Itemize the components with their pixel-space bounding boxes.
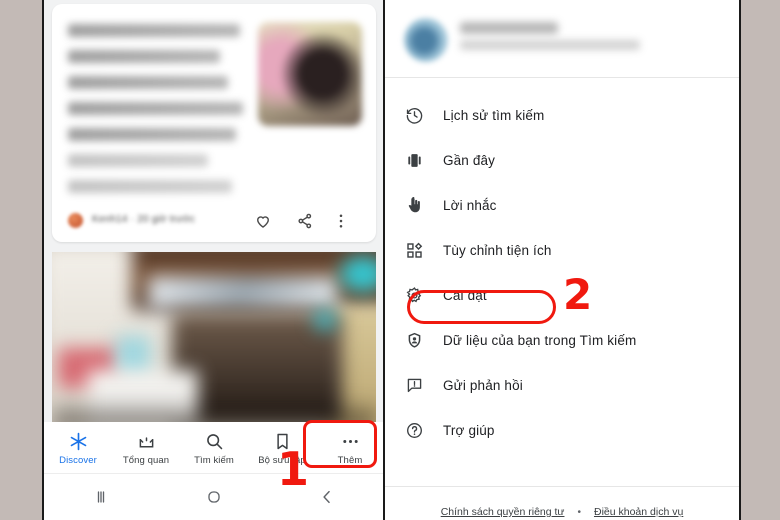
menu-item-label: Gửi phản hồi xyxy=(443,378,523,393)
step-marker-2: 2 xyxy=(563,270,593,319)
widgets-icon xyxy=(385,241,443,260)
menu-item-label: Lịch sử tìm kiếm xyxy=(443,108,545,123)
source-label: Kenh14 · 20 giờ trước xyxy=(92,214,195,225)
article-headline-blurred xyxy=(68,24,248,206)
history-clock-icon xyxy=(385,106,443,125)
menu-item-search-history[interactable]: Lịch sử tìm kiếm xyxy=(385,93,739,138)
feedback-icon xyxy=(385,376,443,395)
menu-item-send-feedback[interactable]: Gửi phản hồi xyxy=(385,363,739,408)
account-email-blurred xyxy=(460,40,640,50)
account-menu: Lịch sử tìm kiếm Gần đây Lời nhắc Tùy ch… xyxy=(385,79,739,453)
search-icon xyxy=(204,431,225,452)
source-separator: · xyxy=(130,214,135,225)
footer-divider xyxy=(385,486,739,487)
tutorial-screenshot: Kenh14 · 20 giờ trước Discover Tổng quan… xyxy=(0,0,780,520)
highlight-box-more-tab xyxy=(303,420,377,468)
card-content xyxy=(52,4,376,200)
privacy-policy-link[interactable]: Chính sách quyền riêng tư xyxy=(441,506,565,518)
android-system-nav xyxy=(44,473,384,520)
menu-item-your-data-in-search[interactable]: Dữ liệu của bạn trong Tìm kiếm xyxy=(385,318,739,363)
tab-search[interactable]: Tìm kiếm xyxy=(180,431,248,466)
recent-cards-icon xyxy=(385,151,443,170)
tab-label: Discover xyxy=(59,454,97,466)
heart-icon[interactable] xyxy=(254,212,272,230)
account-header[interactable] xyxy=(385,0,739,78)
menu-item-label: Trợ giúp xyxy=(443,423,495,438)
step-marker-1: 1 xyxy=(277,442,310,496)
reminder-hand-icon xyxy=(385,196,443,215)
discover-asterisk-icon xyxy=(68,431,89,452)
legal-footer: Chính sách quyền riêng tư • Điều khoản d… xyxy=(385,486,739,520)
tab-overview[interactable]: Tổng quan xyxy=(112,431,180,466)
feed-photo-card[interactable] xyxy=(52,252,376,424)
article-thumbnail-blurred xyxy=(258,22,362,126)
home-button[interactable] xyxy=(157,487,270,507)
overview-icon xyxy=(136,431,157,452)
menu-item-recent[interactable]: Gần đây xyxy=(385,138,739,183)
header-divider xyxy=(385,77,739,78)
source-favicon xyxy=(68,213,83,228)
menu-item-customize-widgets[interactable]: Tùy chỉnh tiện ích xyxy=(385,228,739,273)
recents-button[interactable] xyxy=(44,487,157,507)
terms-of-service-link[interactable]: Điều khoản dịch vụ xyxy=(594,506,683,518)
footer-separator: • xyxy=(577,506,581,518)
tab-label: Tìm kiếm xyxy=(194,454,234,466)
menu-item-label: Gần đây xyxy=(443,153,496,168)
highlight-box-settings xyxy=(407,290,556,324)
card-footer: Kenh14 · 20 giờ trước xyxy=(52,200,376,242)
share-icon[interactable] xyxy=(296,212,314,230)
menu-item-label: Dữ liệu của bạn trong Tìm kiếm xyxy=(443,333,637,348)
right-phone-screen: Lịch sử tìm kiếm Gần đây Lời nhắc Tùy ch… xyxy=(383,0,741,520)
account-name-blurred xyxy=(460,22,558,34)
menu-item-help[interactable]: Trợ giúp xyxy=(385,408,739,453)
menu-item-label: Tùy chỉnh tiện ích xyxy=(443,243,552,258)
shield-person-icon xyxy=(385,331,443,350)
menu-item-label: Lời nhắc xyxy=(443,198,497,213)
feed-article-card[interactable]: Kenh14 · 20 giờ trước xyxy=(52,4,376,242)
tab-discover[interactable]: Discover xyxy=(44,431,112,466)
source-name: Kenh14 xyxy=(92,214,128,225)
tab-label: Tổng quan xyxy=(122,454,170,466)
more-vertical-icon[interactable] xyxy=(332,212,350,230)
source-timestamp: 20 giờ trước xyxy=(137,214,195,225)
account-avatar[interactable] xyxy=(404,18,448,62)
help-circle-icon xyxy=(385,421,443,440)
menu-item-reminders[interactable]: Lời nhắc xyxy=(385,183,739,228)
